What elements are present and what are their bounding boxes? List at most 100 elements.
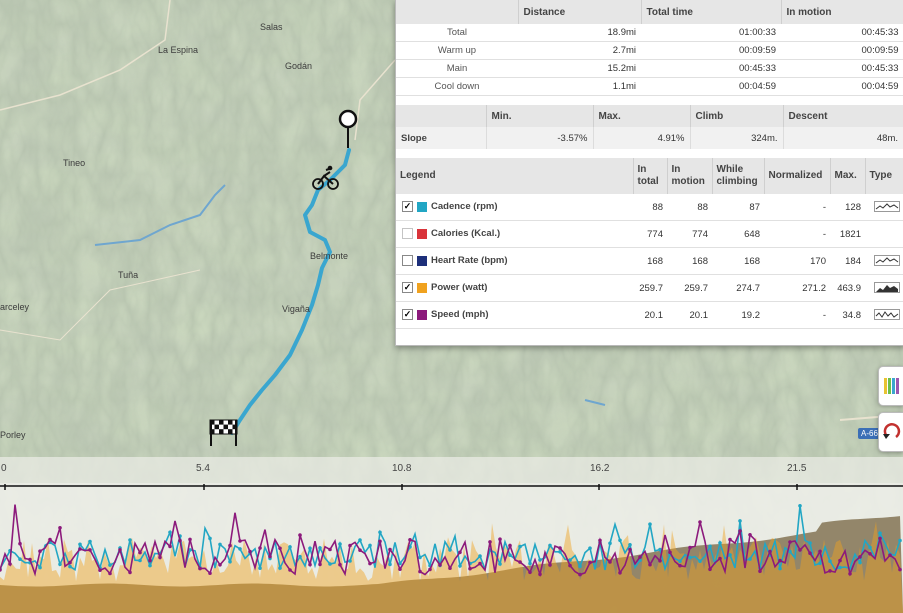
row-label: Total xyxy=(396,24,518,42)
chart-type-icon[interactable] xyxy=(873,309,900,321)
slope-header: Climb xyxy=(690,105,784,127)
speed-line-point xyxy=(658,559,662,563)
cadence-line-point xyxy=(448,548,452,552)
in-motion-value: 20.1 xyxy=(667,301,712,329)
while-climbing-value: 648 xyxy=(712,220,764,248)
cadence-line-point xyxy=(838,565,842,570)
elevation-chart[interactable] xyxy=(0,457,903,613)
speed-line-point xyxy=(578,572,582,577)
speed-line-point xyxy=(758,569,762,573)
summary-header: In motion xyxy=(781,0,903,24)
speed-line-point xyxy=(868,552,872,556)
cadence-line-point xyxy=(218,542,222,547)
speed-line-point xyxy=(158,555,162,560)
chart-type-icon[interactable] xyxy=(873,201,900,213)
series-checkbox[interactable]: ✓ xyxy=(402,201,413,213)
speed-line-point xyxy=(438,563,442,567)
in-motion-value: 259.7 xyxy=(667,274,712,302)
layers-button[interactable] xyxy=(878,366,903,406)
in-total-value: 259.7 xyxy=(633,274,667,302)
road-label: A-66 xyxy=(861,429,878,438)
speed-line-point xyxy=(398,567,402,571)
speed-line-point xyxy=(178,538,182,543)
total-time-value: 00:04:59 xyxy=(641,77,781,96)
cadence-line-point xyxy=(798,504,802,508)
speed-line-point xyxy=(638,555,642,559)
speed-line-point xyxy=(718,556,722,561)
chart-type-icon[interactable] xyxy=(873,282,900,294)
chart-type-icon[interactable] xyxy=(873,255,900,267)
while-climbing-value: 274.7 xyxy=(712,274,764,302)
place-label: Belmonte xyxy=(310,251,349,261)
normalized-value: - xyxy=(764,220,830,248)
cadence-line-point xyxy=(18,557,22,561)
axis-tick-label: 0 xyxy=(1,463,7,474)
series-checkbox[interactable]: ✓ xyxy=(402,282,413,294)
cadence-line-point xyxy=(778,566,782,571)
speed-line-point xyxy=(388,547,392,552)
cadence-line-point xyxy=(38,565,42,570)
color-swatch xyxy=(417,309,427,320)
summary-table: Distance Total time In motion Total 18.9… xyxy=(396,0,903,96)
in-total-value: 20.1 xyxy=(633,301,667,329)
cadence-line-point xyxy=(228,559,232,564)
speed-line-point xyxy=(618,571,622,575)
speed-line-point xyxy=(518,560,522,564)
speed-line-point xyxy=(28,557,32,562)
speed-line-point xyxy=(108,571,112,576)
speed-line-point xyxy=(678,563,682,568)
legend-header: In motion xyxy=(667,158,713,194)
rotate-button[interactable] xyxy=(878,412,903,452)
in-motion-value: 00:04:59 xyxy=(781,77,903,96)
distance-value: 2.7mi xyxy=(518,41,641,60)
cadence-line-point xyxy=(388,562,392,567)
cadence-line-point xyxy=(538,558,542,562)
legend-header: In total xyxy=(633,158,668,194)
speed-line-point xyxy=(428,567,432,572)
cadence-line-point xyxy=(238,547,242,551)
speed-line-point xyxy=(308,562,312,567)
series-checkbox[interactable] xyxy=(402,255,413,267)
speed-line-point xyxy=(478,561,482,566)
slope-header xyxy=(396,105,487,127)
speed-line-point xyxy=(598,538,602,543)
legend-row: ✓ Speed (mph) 20.1 20.1 19.2 - 34.8 xyxy=(396,301,903,329)
speed-line-point xyxy=(88,548,92,552)
speed-line-point xyxy=(328,547,332,552)
color-swatch xyxy=(417,228,427,239)
cadence-line-point xyxy=(328,562,332,566)
cadence-line-point xyxy=(868,545,872,550)
cadence-line-point xyxy=(808,541,812,545)
series-checkbox[interactable] xyxy=(402,228,413,240)
speed-line-point xyxy=(98,568,102,572)
cadence-line-point xyxy=(708,544,712,549)
cadence-line-point xyxy=(78,542,82,547)
cadence-line-point xyxy=(298,554,302,559)
series-label: Speed (mph) xyxy=(431,309,489,321)
in-total-value: 774 xyxy=(633,220,667,248)
place-label: Tuña xyxy=(118,270,139,280)
in-motion-value: 88 xyxy=(667,194,712,221)
series-label: Heart Rate (bpm) xyxy=(431,255,508,267)
cadence-line-point xyxy=(208,536,212,541)
max-value: 34.8 xyxy=(830,301,865,329)
cadence-line-point xyxy=(898,538,902,543)
cadence-line-point xyxy=(518,544,522,549)
speed-line-point xyxy=(58,526,62,530)
in-motion-value: 168 xyxy=(667,247,712,275)
speed-line-point xyxy=(508,543,512,548)
max-value: 184 xyxy=(830,247,865,275)
series-checkbox[interactable]: ✓ xyxy=(402,309,413,321)
speed-line-point xyxy=(608,560,612,564)
table-row: Main 15.2mi 00:45:33 00:45:33 xyxy=(396,59,903,78)
speed-line-point xyxy=(408,538,412,542)
place-label: La Espina xyxy=(158,45,199,55)
speed-line-point xyxy=(888,553,892,557)
speed-line-point xyxy=(848,572,852,576)
place-label: Porley xyxy=(0,430,26,440)
legend-row: Calories (Kcal.) 774 774 648 - 1821 xyxy=(396,220,903,248)
speed-line-point xyxy=(128,570,132,575)
total-time-value: 01:00:33 xyxy=(641,24,781,42)
cadence-line-point xyxy=(378,530,382,535)
total-time-value: 00:09:59 xyxy=(641,41,781,60)
